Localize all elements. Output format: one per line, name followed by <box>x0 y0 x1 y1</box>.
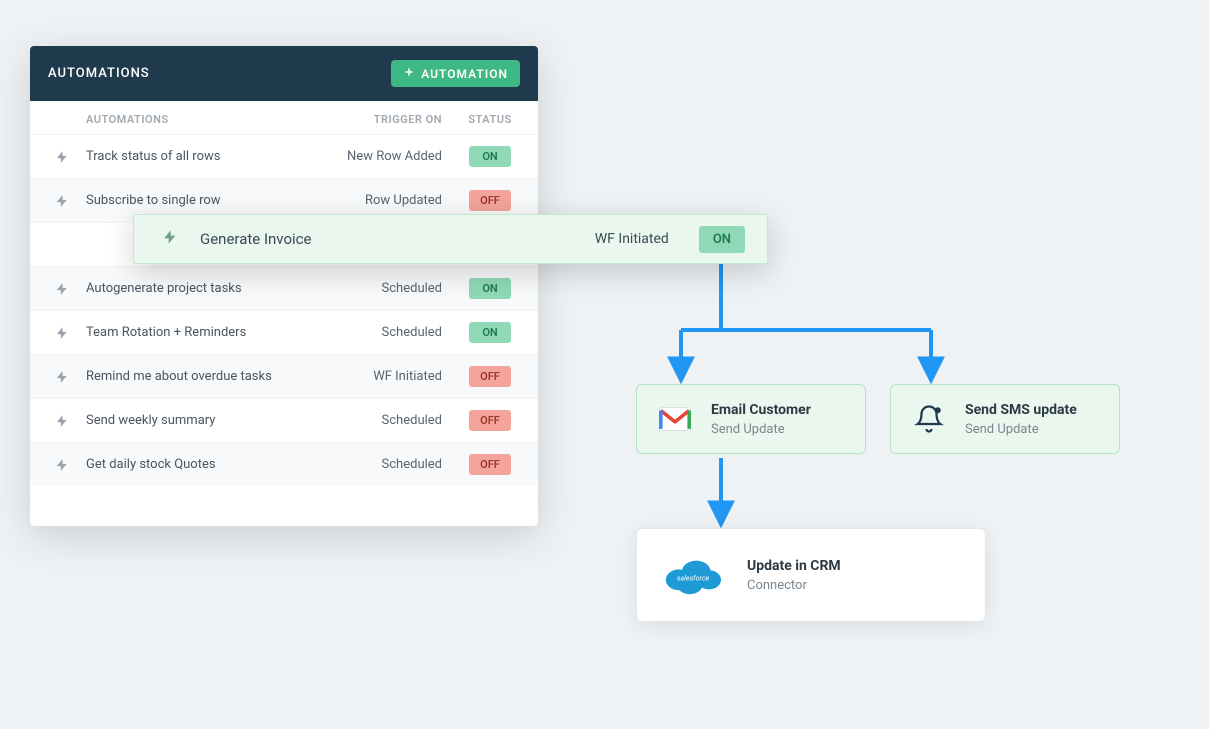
status-badge[interactable]: ON <box>469 278 511 299</box>
node-title: Send SMS update <box>965 402 1077 418</box>
flow-node-email[interactable]: Email Customer Send Update <box>636 384 866 454</box>
panel-header: AUTOMATIONS AUTOMATION <box>30 46 538 101</box>
automation-row-highlighted[interactable]: Generate Invoice WF Initiated ON <box>133 214 768 264</box>
col-header-name: AUTOMATIONS <box>86 113 340 126</box>
flow-node-sms[interactable]: Send SMS update Send Update <box>890 384 1120 454</box>
status-badge[interactable]: ON <box>469 322 511 343</box>
automation-row[interactable]: Send weekly summary Scheduled OFF <box>30 398 538 442</box>
workflow-diagram: Email Customer Send Update Send SMS upda… <box>636 264 1136 664</box>
add-automation-label: AUTOMATION <box>421 67 508 81</box>
node-subtitle: Connector <box>747 578 841 593</box>
column-headers: AUTOMATIONS TRIGGER ON STATUS <box>30 101 538 134</box>
node-title: Update in CRM <box>747 558 841 574</box>
col-header-trigger: TRIGGER ON <box>340 113 460 126</box>
row-name: Get daily stock Quotes <box>86 457 340 472</box>
status-badge[interactable]: OFF <box>469 366 511 387</box>
bolt-icon <box>48 326 76 340</box>
panel-title: AUTOMATIONS <box>48 66 150 81</box>
automation-row[interactable]: Remind me about overdue tasks WF Initiat… <box>30 354 538 398</box>
svg-text:salesforce: salesforce <box>677 574 710 583</box>
row-trigger: WF Initiated <box>595 231 669 247</box>
automation-row[interactable]: Team Rotation + Reminders Scheduled ON <box>30 310 538 354</box>
automation-row[interactable]: Track status of all rows New Row Added O… <box>30 134 538 178</box>
bolt-icon <box>48 150 76 164</box>
row-trigger: Row Updated <box>340 193 460 208</box>
bolt-icon <box>48 458 76 472</box>
bolt-icon <box>48 414 76 428</box>
node-title: Email Customer <box>711 402 811 418</box>
bolt-icon <box>48 282 76 296</box>
row-name: Generate Invoice <box>200 230 595 248</box>
plus-icon <box>403 66 415 81</box>
row-trigger: Scheduled <box>340 457 460 472</box>
automation-row[interactable]: Autogenerate project tasks Scheduled ON <box>30 266 538 310</box>
salesforce-icon: salesforce <box>661 551 725 599</box>
col-header-status: STATUS <box>460 113 520 126</box>
automation-rows: Track status of all rows New Row Added O… <box>30 134 538 526</box>
row-name: Track status of all rows <box>86 149 340 164</box>
status-badge[interactable]: OFF <box>469 454 511 475</box>
row-name: Send weekly summary <box>86 413 340 428</box>
bolt-icon <box>48 194 76 208</box>
row-name: Team Rotation + Reminders <box>86 325 340 340</box>
add-automation-button[interactable]: AUTOMATION <box>391 60 520 87</box>
row-trigger: Scheduled <box>340 281 460 296</box>
row-trigger: WF Initiated <box>340 369 460 384</box>
node-subtitle: Send Update <box>711 422 811 437</box>
flow-node-crm[interactable]: salesforce Update in CRM Connector <box>636 528 986 622</box>
bolt-icon <box>162 229 178 249</box>
node-subtitle: Send Update <box>965 422 1077 437</box>
status-badge[interactable]: OFF <box>469 190 511 211</box>
gmail-icon <box>655 399 695 439</box>
automations-panel: AUTOMATIONS AUTOMATION AUTOMATIONS TRIGG… <box>30 46 538 526</box>
row-name: Subscribe to single row <box>86 193 340 208</box>
status-badge[interactable]: ON <box>699 226 745 253</box>
status-badge[interactable]: OFF <box>469 410 511 431</box>
row-name: Autogenerate project tasks <box>86 281 340 296</box>
row-name: Remind me about overdue tasks <box>86 369 340 384</box>
row-trigger: Scheduled <box>340 413 460 428</box>
status-badge[interactable]: ON <box>469 146 511 167</box>
bolt-icon <box>48 370 76 384</box>
row-trigger: New Row Added <box>340 149 460 164</box>
bell-icon <box>909 399 949 439</box>
row-trigger: Scheduled <box>340 325 460 340</box>
automation-row[interactable]: Get daily stock Quotes Scheduled OFF <box>30 442 538 486</box>
